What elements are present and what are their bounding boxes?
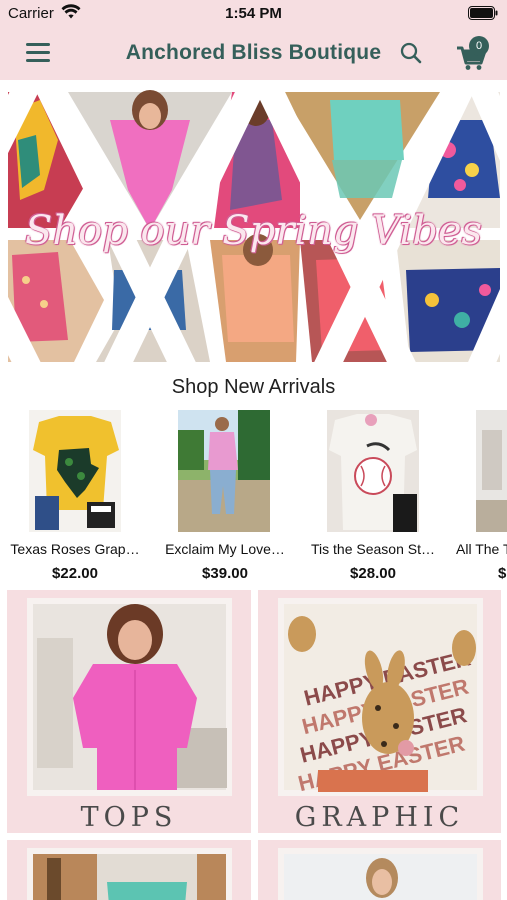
product-image [476,410,507,532]
category-image [278,848,483,900]
product-price: $ [498,565,507,582]
product-image [327,410,419,532]
category-tile-graphic-tees[interactable]: HAPPY EASTER HAPPY EASTER HAPPY EASTER H… [258,590,501,833]
product-price: $28.00 [350,565,396,582]
product-image [178,410,270,532]
product-name: Exclaim My Love… [165,541,285,557]
cart-button[interactable]: 0 [455,36,495,72]
category-image: HAPPY EASTER HAPPY EASTER HAPPY EASTER H… [278,598,483,796]
category-tile[interactable] [7,840,251,900]
product-price: $22.00 [52,565,98,582]
category-tile-tops[interactable]: TOPS [7,590,251,833]
app-header: Carrier 1:54 PM Anchored Bliss Boutique [0,0,507,80]
search-icon[interactable] [399,41,423,65]
new-arrivals-heading: Shop New Arrivals [171,376,336,398]
category-tile[interactable] [258,840,501,900]
cart-count-badge: 0 [469,36,489,56]
product-name: All The T [456,541,507,557]
category-label: GRAPHIC TEES [294,802,465,833]
banner-script-text: Shop our Spring Vibes [24,208,483,254]
battery-icon [468,6,498,20]
category-image [27,598,232,796]
product-name: Tis the Season St… [311,541,435,557]
product-name: Texas Roses Grap… [10,541,140,557]
category-label: TOPS [80,802,178,833]
category-image [27,848,232,900]
product-image [29,410,121,532]
new-arrivals-carousel[interactable]: Texas Roses Grap… $22.00 Exclaim My Love… [0,410,507,585]
store-title: Anchored Bliss Boutique [125,41,382,64]
nav-bar: Anchored Bliss Boutique 0 [0,28,507,80]
spring-vibes-banner[interactable]: Shop our Spring Vibes [0,80,507,370]
product-price: $39.00 [202,565,248,582]
clock: 1:54 PM [225,5,282,22]
status-bar: Carrier 1:54 PM [0,0,507,28]
